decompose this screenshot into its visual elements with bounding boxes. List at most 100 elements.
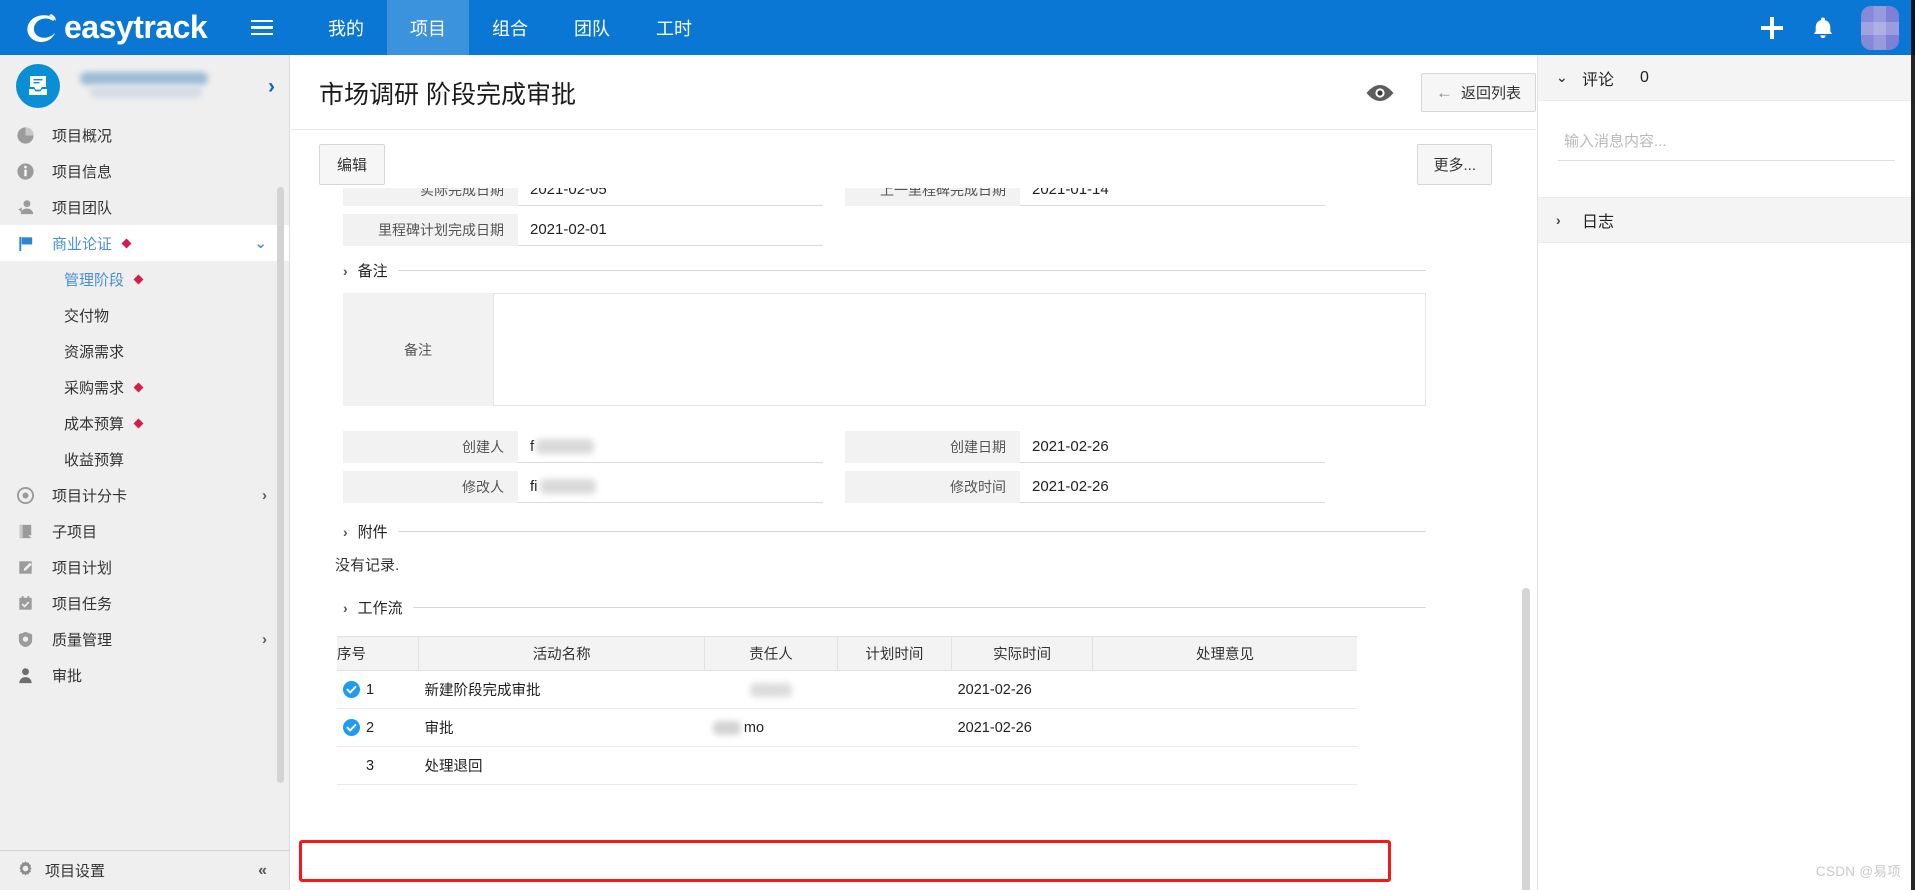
cell-real-time: 2021-02-26 <box>952 671 1093 709</box>
tab-projects[interactable]: 项目 <box>387 0 469 55</box>
sidebar-item-business-case[interactable]: 商业论证 ⌄ <box>0 225 289 261</box>
chevron-right-icon: › <box>343 524 348 540</box>
left-sidebar: › 项目概况 项目信息 项目团队 <box>0 55 290 890</box>
check-circle-icon <box>343 681 360 698</box>
field-create-date: 创建日期 2021-02-26 <box>845 431 1325 463</box>
field-value[interactable]: 2021-01-14 <box>1020 188 1325 206</box>
detail-form-scroll-area: 实际完成日期 2021-02-05 上一里程碑完成日期 2021-01-14 里… <box>291 188 1536 890</box>
cell-activity: 新建阶段完成审批 <box>419 671 705 709</box>
section-title: 工作流 <box>358 597 403 618</box>
check-circle-icon <box>343 719 360 736</box>
section-header-workflow[interactable]: › 工作流 <box>291 597 1536 618</box>
section-header-attachment[interactable]: › 附件 <box>291 521 1536 542</box>
sidebar-item-project-team[interactable]: 项目团队 <box>0 189 289 225</box>
notification-bell-icon[interactable] <box>1811 15 1835 41</box>
field-value[interactable]: 2021-02-26 <box>1020 471 1325 503</box>
sidebar-item-quality-management[interactable]: 质量管理 › <box>0 621 289 657</box>
book-icon <box>16 521 42 541</box>
sidebar-item-label: 审批 <box>52 665 82 686</box>
user-avatar[interactable] <box>1861 6 1899 50</box>
change-flag-icon <box>122 238 132 248</box>
field-value[interactable]: fi <box>518 471 823 503</box>
tab-team[interactable]: 团队 <box>551 0 633 55</box>
column-header-activity: 活动名称 <box>419 637 705 671</box>
sidebar-item-deliverables[interactable]: 交付物 <box>0 297 289 333</box>
team-icon <box>16 197 42 217</box>
cell-real-time: 2021-02-26 <box>952 709 1093 747</box>
tab-portfolio[interactable]: 组合 <box>469 0 551 55</box>
cell-activity: 审批 <box>419 709 705 747</box>
sidebar-item-label: 商业论证 <box>52 233 112 254</box>
workflow-table-header: 序号 活动名称 责任人 计划时间 实际时间 处理意见 <box>337 637 1357 671</box>
comment-input[interactable] <box>1558 127 1895 161</box>
brand-name: easytrack <box>64 9 207 46</box>
cell-opinion <box>1093 709 1357 747</box>
main-content-area: 市场调研 阶段完成审批 ← 返回列表 编辑 更多... <box>291 55 1536 890</box>
add-icon[interactable] <box>1759 15 1785 41</box>
table-row[interactable]: 3 处理退回 <box>337 747 1357 785</box>
project-selector[interactable]: › <box>0 55 289 117</box>
sidebar-item-scorecard[interactable]: 项目计分卡 › <box>0 477 289 513</box>
edit-button[interactable]: 编辑 <box>319 144 385 185</box>
cell-activity: 处理退回 <box>419 747 705 785</box>
table-row[interactable]: 1 新建阶段完成审批 2021-02-26 <box>337 671 1357 709</box>
app-root: easytrack 我的 项目 组合 团队 工时 <box>0 0 1915 890</box>
comments-section-header[interactable]: ⌄ 评论 0 <box>1538 55 1915 101</box>
target-icon <box>16 485 42 505</box>
field-value[interactable]: 2021-02-05 <box>518 188 823 206</box>
sidebar-item-label: 成本预算 <box>64 413 124 434</box>
section-header-remark[interactable]: › 备注 <box>291 260 1536 281</box>
field-value[interactable]: 2021-02-26 <box>1020 431 1325 463</box>
project-name-redacted <box>74 69 268 103</box>
tab-timesheet[interactable]: 工时 <box>633 0 715 55</box>
collapse-sidebar-icon[interactable]: « <box>258 862 267 880</box>
sidebar-item-benefit-budget[interactable]: 收益预算 <box>0 441 289 477</box>
field-label: 修改时间 <box>845 471 1020 503</box>
sidebar-item-project-overview[interactable]: 项目概况 <box>0 117 289 153</box>
chevron-right-icon: › <box>1556 212 1568 228</box>
more-button[interactable]: 更多... <box>1417 144 1492 185</box>
chevron-right-icon[interactable]: › <box>268 76 275 97</box>
cell-owner: mo <box>705 709 837 747</box>
brand-logo[interactable]: easytrack <box>22 8 237 48</box>
table-row[interactable]: 2 审批 mo 2021-02-26 <box>337 709 1357 747</box>
sidebar-item-project-plan[interactable]: 项目计划 <box>0 549 289 585</box>
sidebar-item-resource-demand[interactable]: 资源需求 <box>0 333 289 369</box>
sidebar-item-approval[interactable]: 审批 <box>0 657 289 693</box>
info-icon <box>16 161 42 181</box>
sidebar-scrollbar[interactable] <box>277 187 284 783</box>
chevron-down-icon[interactable]: ⌄ <box>254 234 267 252</box>
cell-opinion <box>1093 671 1357 709</box>
log-section-header[interactable]: › 日志 <box>1538 197 1915 243</box>
remark-textarea[interactable] <box>493 293 1426 406</box>
sidebar-item-project-task[interactable]: 项目任务 <box>0 585 289 621</box>
sidebar-item-project-info[interactable]: 项目信息 <box>0 153 289 189</box>
change-flag-icon <box>134 418 144 428</box>
detail-form: 实际完成日期 2021-02-05 上一里程碑完成日期 2021-01-14 里… <box>291 188 1536 785</box>
project-icon <box>16 64 60 108</box>
cell-seq: 1 <box>337 671 419 709</box>
sidebar-nav-list: 项目概况 项目信息 项目团队 商业论证 ⌄ <box>0 117 289 693</box>
back-to-list-label: 返回列表 <box>1461 82 1521 103</box>
chevron-right-icon[interactable]: › <box>262 631 267 648</box>
creator-name-redacted <box>536 439 594 454</box>
field-value[interactable]: f <box>518 431 823 463</box>
sidebar-item-management-stage[interactable]: 管理阶段 <box>0 261 289 297</box>
sidebar-item-subproject[interactable]: 子项目 <box>0 513 289 549</box>
sidebar-item-cost-budget[interactable]: 成本预算 <box>0 405 289 441</box>
chevron-right-icon[interactable]: › <box>262 487 267 504</box>
tab-mine[interactable]: 我的 <box>305 0 387 55</box>
sidebar-item-purchase-demand[interactable]: 采购需求 <box>0 369 289 405</box>
eye-icon[interactable] <box>1365 82 1395 104</box>
sidebar-item-label: 交付物 <box>64 305 109 326</box>
sidebar-item-project-settings[interactable]: 项目设置 « <box>0 850 289 890</box>
field-value[interactable]: 2021-02-01 <box>518 214 823 246</box>
hamburger-icon[interactable] <box>241 0 283 55</box>
watermark: CSDN @易项 <box>1816 860 1901 880</box>
comments-title: 评论 <box>1582 66 1614 90</box>
main-content-scrollbar[interactable] <box>1522 588 1530 890</box>
cell-seq: 2 <box>337 709 419 747</box>
log-title: 日志 <box>1582 208 1614 232</box>
cell-seq: 3 <box>337 747 419 785</box>
back-to-list-button[interactable]: ← 返回列表 <box>1421 73 1536 112</box>
